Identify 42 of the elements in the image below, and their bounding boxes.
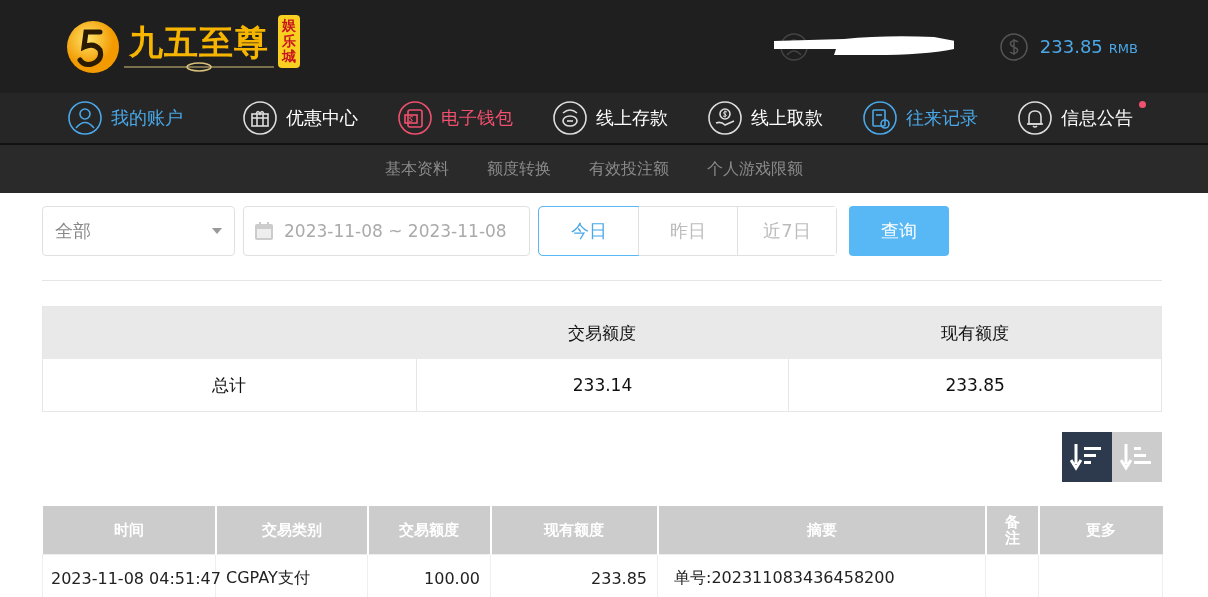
dollar-icon (999, 32, 1028, 61)
query-button[interactable]: 查询 (849, 206, 949, 256)
type-dropdown[interactable]: 全部 (42, 206, 235, 256)
clipboard-clock-icon (863, 101, 897, 135)
balance-amount: 233.85 (1039, 36, 1103, 57)
table-cell: 233.85 (788, 359, 1161, 411)
sub-nav-link[interactable]: 有效投注额 (589, 158, 669, 180)
bell-icon (1018, 101, 1052, 135)
hand-dollar-icon (708, 101, 742, 135)
nav-item[interactable]: 线上存款 (553, 101, 668, 135)
user-icon (68, 101, 102, 135)
date-range-field[interactable]: 2023-11-08 ~ 2023-11-08 (243, 206, 530, 256)
sub-nav-link[interactable]: 基本资料 (385, 158, 449, 180)
wallet-icon (398, 101, 432, 135)
logo-badge: 娱乐城 (278, 15, 300, 68)
nav-item[interactable]: 往来记录 (863, 101, 978, 135)
nav-item[interactable]: 我的账户 (68, 101, 183, 135)
sort-descending-icon (1070, 442, 1104, 472)
nav-item[interactable]: 线上取款 (708, 101, 823, 135)
column-header: 交易额度 (568, 321, 636, 345)
table-cell: 单号:202311083436458200 (674, 567, 895, 587)
table-cell: 2023-11-08 04:51:47 (51, 568, 221, 588)
logo-text: 九五至尊 (129, 21, 269, 62)
table-cell: 233.85 (591, 568, 647, 588)
sort-descending-button[interactable] (1062, 432, 1112, 482)
nav-item[interactable]: 信息公告 (1018, 101, 1133, 135)
date-range-tab[interactable]: 今日 (539, 207, 638, 255)
table-cell: 100.00 (424, 568, 480, 588)
column-header: 现有额度 (940, 321, 1009, 345)
nav-item[interactable]: 电子钱包 (398, 101, 513, 135)
currency-label: RMB (1108, 40, 1138, 56)
sub-nav-link[interactable]: 个人游戏限额 (707, 158, 803, 180)
caret-icon (212, 228, 222, 234)
nav-item[interactable]: 优惠中心 (243, 101, 358, 135)
table-cell: 233.14 (415, 359, 789, 411)
table-cell-text: 总计 (211, 373, 248, 397)
gift-icon (243, 101, 277, 135)
logo-icon (66, 19, 120, 74)
sub-nav-link[interactable]: 额度转换 (487, 158, 551, 180)
sort-ascending-icon (1120, 442, 1154, 472)
calendar-icon (254, 221, 274, 241)
table-cell: CGPAY支付 (226, 567, 310, 587)
